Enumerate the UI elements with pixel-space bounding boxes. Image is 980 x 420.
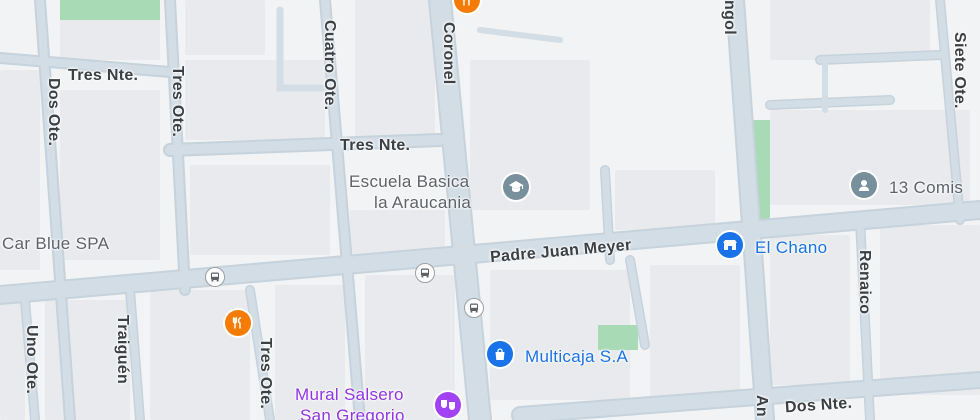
street-label-siete-ote: Siete Ote. [951,32,968,109]
place-label-car-blue[interactable]: Car Blue SPA [2,234,109,254]
street-label-tres-nte: Tres Nte. [68,67,139,84]
street-label-tres-nte: Tres Nte. [340,137,411,154]
street-label-dos-ote: Dos Ote. [45,78,62,147]
street-label-traiguen: Traiguén [114,315,131,385]
shopping-bag-icon[interactable] [487,341,513,367]
bus-stop-icon[interactable] [415,263,435,283]
place-label-mural-salsero[interactable]: San Gregorio [300,406,405,420]
street-label-tres-ote: Tres Ote. [169,66,186,138]
place-label-multicaja[interactable]: Multicaja S.A [525,347,628,367]
bus-stop-icon[interactable] [205,267,225,287]
street-label-coronel: Coronel [440,22,457,85]
street-label-tres-ote: Tres Ote. [257,338,274,410]
restaurant-icon[interactable] [225,310,251,336]
place-label-comisaria[interactable]: 13 Comis [889,178,963,198]
school-icon[interactable] [503,174,529,200]
map-canvas[interactable]: Tres Nte. Tres Nte. Padre Juan Meyer Dos… [0,0,980,420]
arts-icon[interactable] [435,392,461,418]
place-label-school[interactable]: Escuela Basica [349,172,469,192]
street-label-cuatro-ote: Cuatro Ote. [321,20,338,111]
place-label-school[interactable]: la Araucania [374,193,471,213]
shop-icon[interactable] [717,232,743,258]
street-label-angol: ngol [721,0,738,35]
street-label-renaico: Renaico [856,250,873,315]
street-label-angol: An [753,395,770,417]
street-label-uno-ote: Uno Ote. [23,325,40,395]
place-label-mural-salsero[interactable]: Mural Salsero [295,385,404,405]
place-label-el-chano[interactable]: El Chano [755,238,827,258]
bus-stop-icon[interactable] [464,298,484,318]
police-icon[interactable] [851,172,877,198]
